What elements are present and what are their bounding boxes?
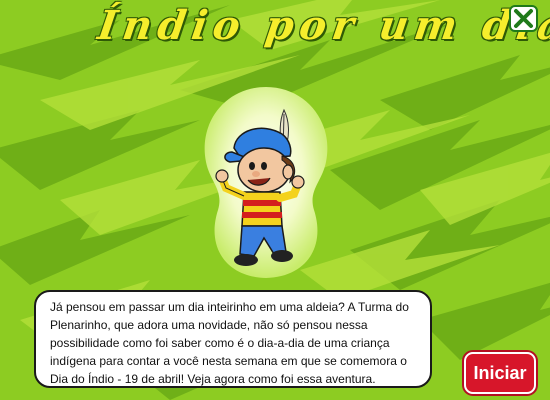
indian-boy-character [215,108,305,266]
start-button[interactable]: Iniciar [464,352,536,394]
close-button[interactable] [509,5,538,32]
game-stage: Índio por um dia! Já pensou em passar um… [0,0,550,400]
intro-text-box: Já pensou em passar um dia inteirinho em… [34,290,432,388]
game-title: Índio por um dia! [94,2,550,49]
close-x-icon [514,9,533,28]
